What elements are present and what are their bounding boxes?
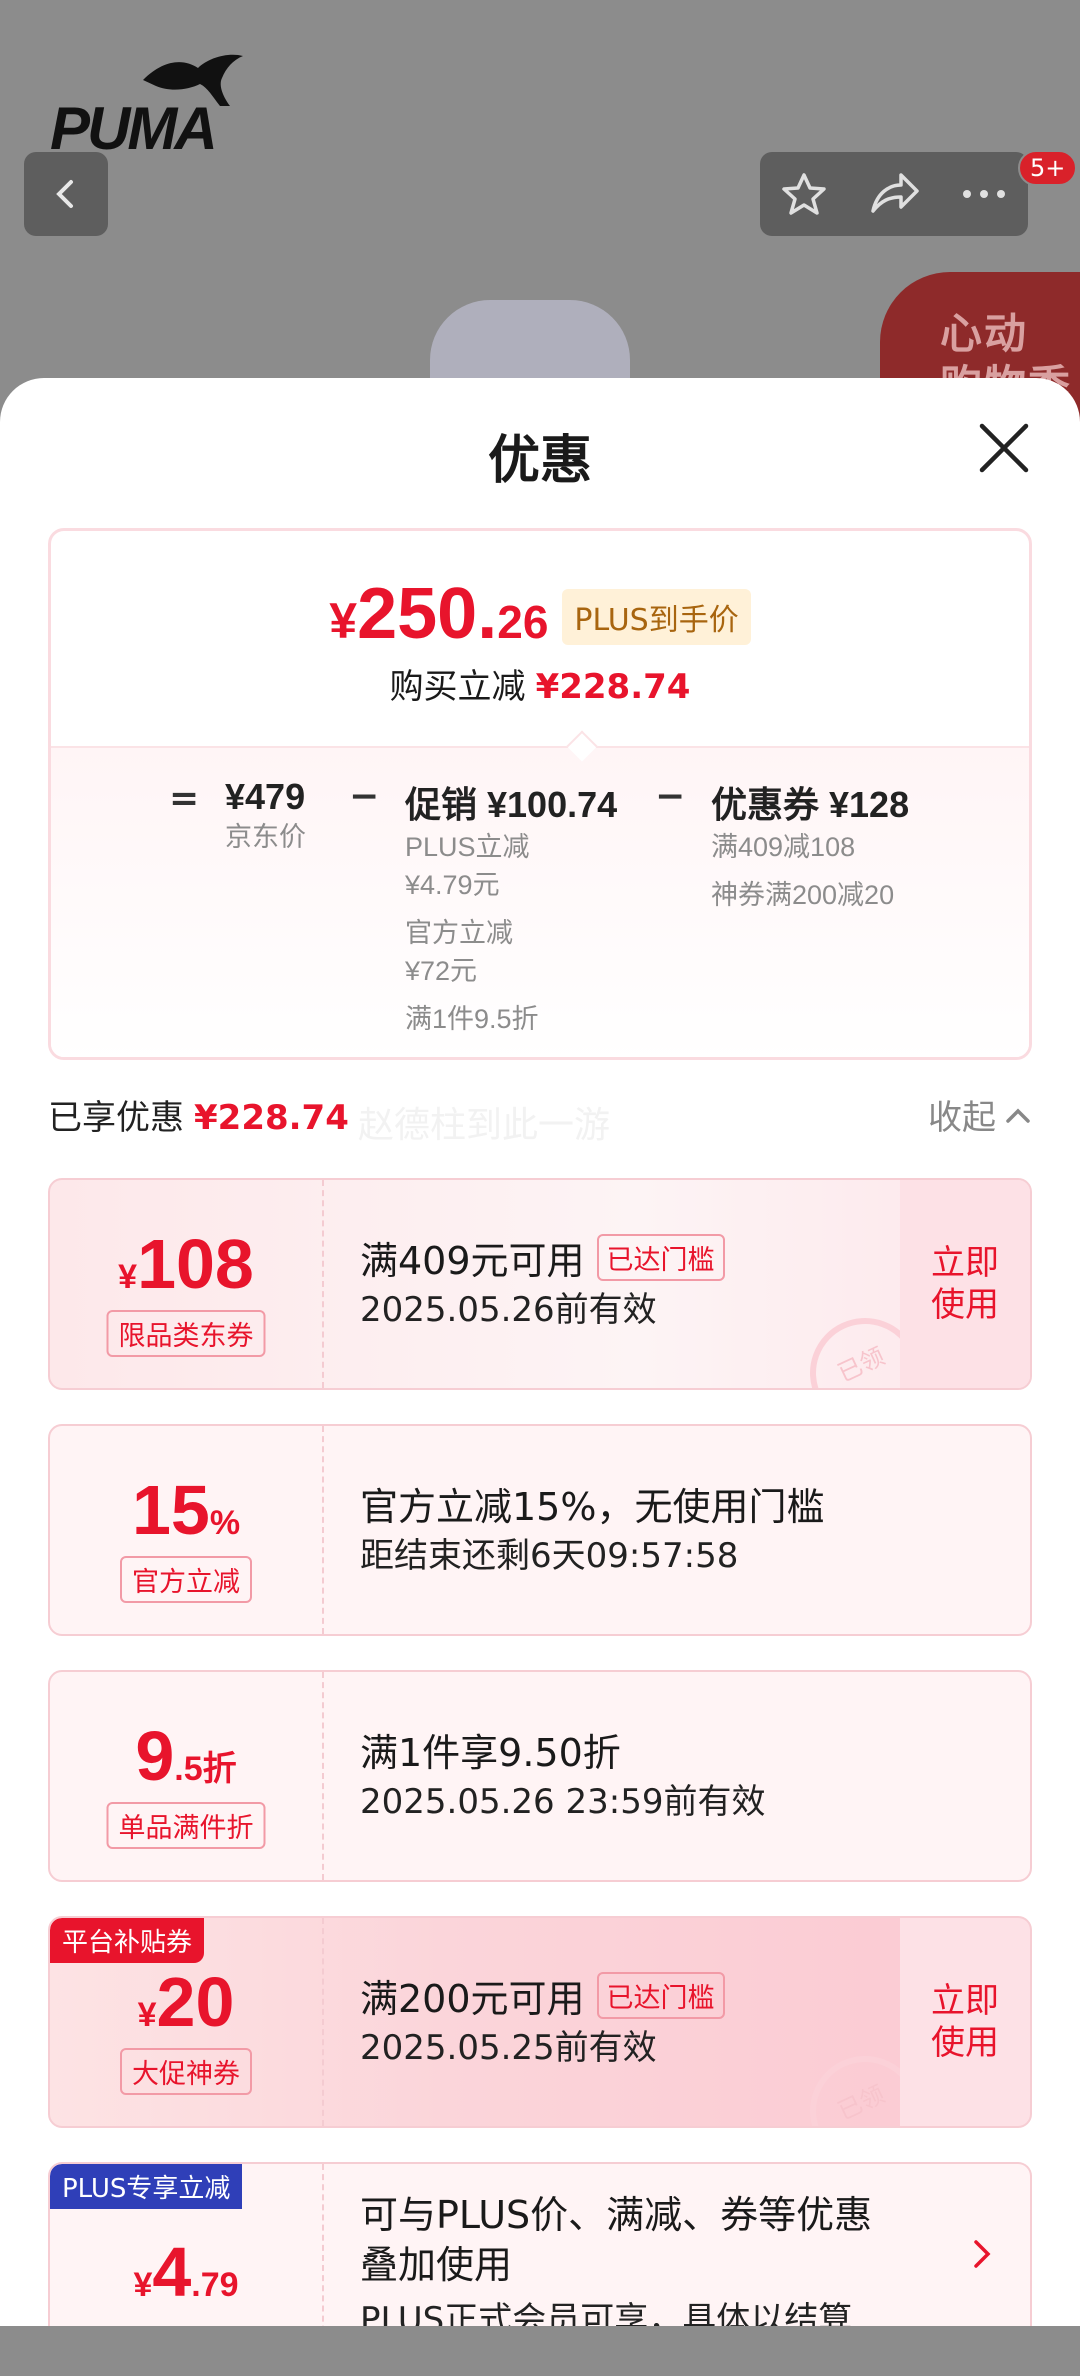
coupon-item: 神券满200减20 bbox=[711, 880, 895, 910]
reduce-amount: ¥228.74 bbox=[535, 667, 691, 707]
product-page-background: PUMA 5+ 心动 购物季 bbox=[0, 0, 1080, 452]
coupon-card: 9.5折 单品满件折 满1件享9.50折 2025.05.26 23:59前有效 bbox=[48, 1670, 1032, 1882]
enjoyed-amount: ¥228.74 bbox=[194, 1098, 349, 1138]
coupon-amount: 9.5折 bbox=[50, 1716, 322, 1796]
promo-item: PLUS立减 bbox=[405, 832, 530, 862]
final-price-section: ¥250.26 PLUS到手价 购买立减 ¥228.74 bbox=[51, 531, 1029, 746]
jd-price: ¥479 bbox=[225, 776, 306, 817]
coupon-card: ¥108 限品类东券 满409元可用 已达门槛 2025.05.26前有效 已领 … bbox=[48, 1178, 1032, 1390]
message-badge: 5+ bbox=[1018, 150, 1078, 186]
screen: PUMA 5+ 心动 购物季 优惠 ¥250.26 PLUS到手价 bbox=[0, 0, 1080, 2376]
use-now-button[interactable]: 立即 使用 bbox=[900, 1180, 1030, 1388]
jd-price-label: 京东价 bbox=[225, 822, 306, 852]
final-price-line: ¥250.26 PLUS到手价 bbox=[51, 573, 1029, 655]
share-icon[interactable] bbox=[867, 169, 921, 219]
sheet-title: 优惠 bbox=[487, 431, 592, 491]
coupon-type-tag: 限品类东券 bbox=[106, 1310, 266, 1357]
coupon-validity: 2025.05.26前有效 bbox=[360, 1290, 657, 1330]
system-navigation-bar bbox=[0, 2326, 1080, 2376]
price-currency: ¥ bbox=[329, 593, 358, 649]
coupon-value-section: 15% 官方立减 bbox=[50, 1426, 324, 1634]
coupon-currency: ¥ bbox=[137, 1996, 157, 2034]
promo-total: 促销 ¥100.74 bbox=[405, 784, 618, 825]
collapse-button[interactable]: 收起 bbox=[928, 1090, 1032, 1139]
threshold-met-chip: 已达门槛 bbox=[596, 1972, 725, 2019]
price-summary-card: ¥250.26 PLUS到手价 购买立减 ¥228.74 = ¥479 京东价 −… bbox=[48, 528, 1032, 1060]
enjoyed-label: 已享优惠 bbox=[48, 1098, 184, 1138]
coupon-amount: ¥4.79 bbox=[50, 2232, 322, 2312]
coupon-value-section: ¥108 限品类东券 bbox=[50, 1180, 324, 1388]
coupon-type-tag: 大促神券 bbox=[120, 2048, 252, 2095]
favorite-star-icon[interactable] bbox=[779, 169, 829, 219]
close-icon bbox=[979, 423, 1029, 473]
more-icon[interactable] bbox=[959, 184, 1009, 204]
coupon-card: ¥20 大促神券 平台补贴券 满200元可用 已达门槛 2025.05.25前有效… bbox=[48, 1916, 1032, 2128]
coupon-amount: ¥108 bbox=[50, 1224, 322, 1304]
promo-item: 官方立减 bbox=[405, 918, 513, 948]
plus-description-line: 叠加使用 bbox=[360, 2243, 513, 2287]
plus-description-line: 可与PLUS价、满减、券等优惠 bbox=[360, 2193, 873, 2237]
coupon-condition-text: 官方立减15%，无使用门槛 bbox=[360, 1485, 825, 1529]
chevron-left-icon bbox=[56, 180, 73, 208]
price-breakdown: = ¥479 京东价 − 促销 ¥100.74 PLUS立减 ¥4.79元 官方… bbox=[51, 746, 1029, 1057]
coupon-condition-text: 满409元可用 bbox=[360, 1239, 585, 1283]
coupon-suffix: .5折 bbox=[174, 1750, 237, 1788]
plus-description: 可与PLUS价、满减、券等优惠 叠加使用 bbox=[360, 2190, 872, 2290]
coupon-value: 15 bbox=[131, 1471, 210, 1549]
chevron-right-icon bbox=[974, 2240, 991, 2268]
minus-sign: − bbox=[655, 776, 686, 817]
coupon-item: 满409减108 bbox=[711, 832, 856, 862]
coupon-amount: 15% bbox=[50, 1470, 322, 1550]
coupon-total: 优惠券 ¥128 bbox=[711, 784, 910, 825]
coupon-validity: 2025.05.26 23:59前有效 bbox=[360, 1782, 766, 1822]
coupon-value: 4 bbox=[152, 2233, 192, 2311]
coupon-condition-text: 满200元可用 bbox=[360, 1977, 585, 2021]
back-button[interactable] bbox=[24, 152, 108, 236]
coupon-condition: 满409元可用 已达门槛 bbox=[360, 1230, 725, 1285]
threshold-met-chip: 已达门槛 bbox=[596, 1234, 725, 1281]
discount-sheet: 优惠 ¥250.26 PLUS到手价 购买立减 ¥228.74 = ¥479 京东… bbox=[0, 378, 1080, 2362]
coupon-suffix: % bbox=[209, 1504, 241, 1542]
promo-line-1: 心动 bbox=[940, 309, 1029, 358]
coupon-condition-text: 满1件享9.50折 bbox=[360, 1731, 621, 1775]
platform-subsidy-tag: 平台补贴券 bbox=[50, 1918, 205, 1963]
total-reduce-line: 购买立减 ¥228.74 bbox=[51, 659, 1029, 708]
coupon-currency: ¥ bbox=[133, 2266, 153, 2304]
coupon-validity: 2025.05.25前有效 bbox=[360, 2028, 657, 2068]
promo-item: ¥72元 bbox=[405, 956, 478, 986]
reduce-label: 购买立减 bbox=[389, 667, 526, 707]
final-price: ¥250.26 bbox=[329, 573, 548, 655]
plus-price-tag: PLUS到手价 bbox=[562, 589, 751, 645]
coupon-value: 108 bbox=[137, 1225, 254, 1303]
close-button[interactable] bbox=[976, 420, 1032, 476]
coupon-value-section: 9.5折 单品满件折 bbox=[50, 1672, 324, 1880]
jd-price-block: ¥479 京东价 bbox=[225, 776, 306, 856]
coupon-countdown: 距结束还剩6天09:57:58 bbox=[360, 1536, 739, 1576]
coupon-value: 9 bbox=[135, 1717, 175, 1795]
coupon-value: 20 bbox=[156, 1963, 235, 2041]
promo-item: ¥4.79元 bbox=[405, 870, 500, 900]
coupon-suffix: .79 bbox=[191, 2266, 239, 2304]
top-action-group bbox=[760, 152, 1028, 236]
enjoyed-discount-row: 已享优惠 ¥228.74 赵德柱到此一游 收起 bbox=[48, 1090, 1032, 1146]
use-now-button[interactable]: 立即 使用 bbox=[900, 1918, 1030, 2126]
coupon-amount: ¥20 bbox=[50, 1962, 322, 2042]
coupon-condition: 满200元可用 已达门槛 bbox=[360, 1968, 725, 2023]
minus-sign: − bbox=[349, 776, 380, 817]
coupon-card: 15% 官方立减 官方立减15%，无使用门槛 距结束还剩6天09:57:58 bbox=[48, 1424, 1032, 1636]
watermark-text: 赵德柱到此一游 bbox=[358, 1105, 611, 1146]
equals-sign: = bbox=[169, 778, 200, 819]
plus-exclusive-tag: PLUS专享立减 bbox=[50, 2164, 243, 2209]
coupon-currency: ¥ bbox=[118, 1258, 138, 1296]
coupon-block: 优惠券 ¥128 满409减108 神券满200减20 bbox=[711, 776, 909, 914]
price-integer: 250. bbox=[357, 574, 498, 654]
collapse-label: 收起 bbox=[928, 1098, 996, 1138]
coupon-type-tag: 官方立减 bbox=[120, 1556, 252, 1603]
puma-logo: PUMA bbox=[50, 50, 243, 162]
coupon-type-tag: 单品满件折 bbox=[106, 1802, 266, 1849]
price-decimal: 26 bbox=[497, 596, 549, 648]
chevron-up-icon bbox=[1006, 1108, 1030, 1123]
promo-block: 促销 ¥100.74 PLUS立减 ¥4.79元 官方立减 ¥72元 满1件9.… bbox=[405, 776, 617, 1038]
promo-item: 满1件9.5折 bbox=[405, 1004, 539, 1034]
